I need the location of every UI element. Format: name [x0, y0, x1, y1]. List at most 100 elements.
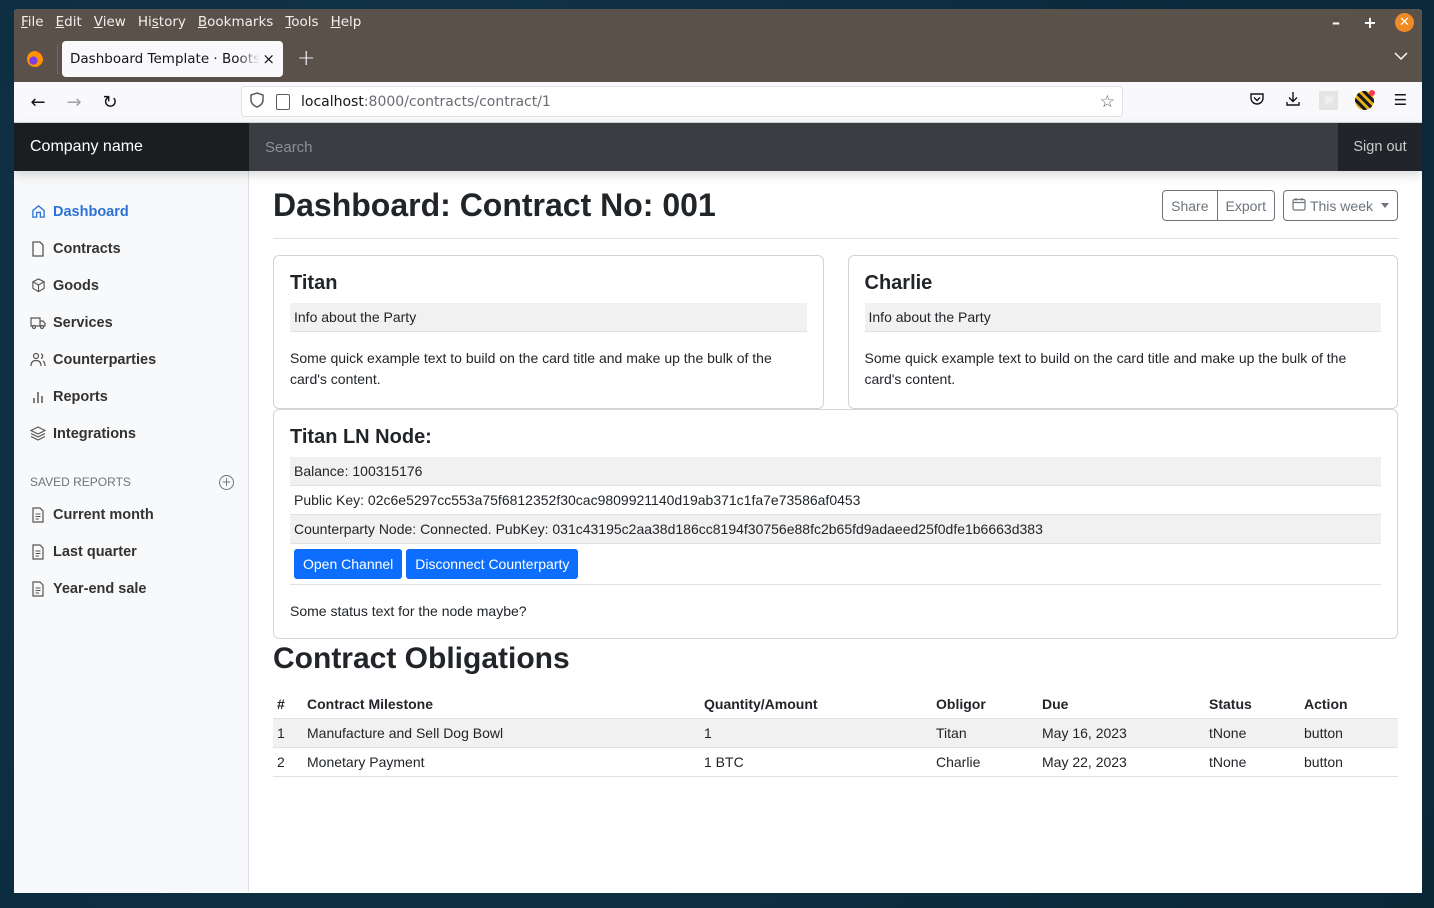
col-obligor: Obligor	[932, 690, 1038, 719]
window-controls: – + ✕	[1327, 13, 1414, 32]
sidebar-item-label: Contracts	[53, 240, 121, 257]
counterparty-node-status: Counterparty Node: Connected. PubKey: 03…	[290, 515, 1381, 544]
sidebar-item-services[interactable]: Services	[14, 304, 248, 341]
bookmark-star-icon[interactable]: ☆	[1100, 92, 1115, 112]
search-input[interactable]	[249, 123, 1338, 171]
chevron-down-icon[interactable]	[1394, 49, 1408, 65]
firefox-logo-icon	[27, 50, 43, 67]
minimize-icon[interactable]: –	[1327, 13, 1345, 32]
caret-down-icon	[1381, 203, 1389, 208]
sidebar-item-contracts[interactable]: Contracts	[14, 230, 248, 267]
download-icon[interactable]	[1283, 91, 1302, 110]
brand-name[interactable]: Company name	[14, 123, 249, 171]
pocket-icon[interactable]	[1247, 91, 1266, 110]
cell-obligor: Charlie	[932, 747, 1038, 777]
party-info: Info about the Party	[864, 303, 1381, 332]
sign-out-link[interactable]: Sign out	[1338, 123, 1422, 171]
browser-tab-active[interactable]: Dashboard Template · Bootstrap ×	[62, 40, 283, 77]
col-action: Action	[1300, 690, 1398, 719]
node-title: Titan LN Node:	[290, 426, 432, 448]
cell-status: tNone	[1205, 747, 1300, 777]
saved-report-label: Last quarter	[53, 543, 137, 560]
node-actions: Open Channel Disconnect Counterparty	[290, 544, 1381, 585]
extension-avatar-icon[interactable]	[1355, 90, 1375, 110]
menu-history[interactable]: History	[138, 14, 186, 30]
col-due: Due	[1038, 690, 1205, 719]
cell-quantity: 1	[700, 718, 932, 748]
file-icon	[30, 240, 46, 257]
cell-action[interactable]: button	[1300, 718, 1398, 748]
saved-report-label: Current month	[53, 506, 154, 523]
obligations-table: # Contract Milestone Quantity/Amount Obl…	[273, 690, 1398, 777]
node-public-key: Public Key: 02c6e5297cc553a75f6812352f30…	[290, 486, 1381, 515]
col-quantity: Quantity/Amount	[700, 690, 932, 719]
sidebar-item-label: Reports	[53, 388, 108, 405]
cell-milestone: Manufacture and Sell Dog Bowl	[303, 718, 700, 748]
forward-arrow-icon[interactable]: →	[56, 92, 92, 113]
url-host: localhost	[301, 93, 364, 110]
col-number: #	[273, 690, 303, 719]
export-button[interactable]: Export	[1217, 190, 1275, 221]
add-report-icon[interactable]: +	[219, 474, 234, 490]
maximize-icon[interactable]: +	[1361, 13, 1379, 32]
share-export-group: Share Export	[1162, 190, 1275, 221]
saved-report-last-quarter[interactable]: Last quarter	[14, 533, 248, 570]
sidebar-item-integrations[interactable]: Integrations	[14, 415, 248, 452]
sidebar-item-goods[interactable]: Goods	[14, 267, 248, 304]
new-tab-icon[interactable]: +	[297, 46, 315, 71]
party-name: Titan	[290, 272, 338, 294]
menu-edit[interactable]: Edit	[56, 14, 82, 30]
sidebar-item-label: Integrations	[53, 425, 136, 442]
react-extension-icon[interactable]: ⚛	[1319, 91, 1338, 110]
saved-report-label: Year-end sale	[53, 580, 147, 597]
cell-status: tNone	[1205, 718, 1300, 748]
party-text: Some quick example text to build on the …	[864, 350, 1347, 387]
cell-due: May 22, 2023	[1038, 747, 1205, 777]
cell-due: May 16, 2023	[1038, 718, 1205, 748]
reload-icon[interactable]: ↻	[92, 92, 128, 113]
period-dropdown[interactable]: This week	[1282, 190, 1398, 221]
cell-number: 2	[273, 747, 303, 777]
party-cards: Titan Info about the Party Some quick ex…	[273, 255, 1398, 409]
share-button[interactable]: Share	[1162, 190, 1218, 221]
page-icon	[276, 93, 290, 110]
open-channel-button[interactable]: Open Channel	[294, 549, 403, 579]
menu-file[interactable]: File	[21, 14, 44, 30]
calendar-icon	[1292, 197, 1306, 214]
tab-title: Dashboard Template · Bootstrap	[70, 50, 260, 67]
sidebar-item-reports[interactable]: Reports	[14, 378, 248, 415]
header-actions: Share Export This week	[1162, 190, 1398, 221]
page-header: Dashboard: Contract No: 001 Share Export…	[273, 171, 1398, 239]
menu-bookmarks[interactable]: Bookmarks	[198, 14, 273, 30]
bar-chart-icon	[30, 389, 46, 405]
truck-icon	[30, 315, 46, 331]
hamburger-menu-icon[interactable]: ☰	[1391, 91, 1410, 110]
sidebar-item-label: Services	[53, 314, 113, 331]
sidebar-item-counterparties[interactable]: Counterparties	[14, 341, 248, 378]
saved-report-year-end-sale[interactable]: Year-end sale	[14, 570, 248, 607]
url-text[interactable]: localhost:8000/contracts/contract/1	[301, 94, 551, 110]
party-card-charlie: Charlie Info about the Party Some quick …	[847, 255, 1398, 409]
table-header-row: # Contract Milestone Quantity/Amount Obl…	[273, 690, 1398, 719]
shield-icon[interactable]	[250, 91, 266, 112]
menu-help[interactable]: Help	[331, 14, 362, 30]
menu-tools[interactable]: Tools	[285, 14, 318, 30]
sidebar-item-dashboard[interactable]: Dashboard	[14, 193, 248, 230]
back-arrow-icon[interactable]: ←	[20, 92, 56, 113]
disconnect-counterparty-button[interactable]: Disconnect Counterparty	[406, 549, 579, 579]
tab-close-icon[interactable]: ×	[262, 50, 275, 68]
saved-report-current-month[interactable]: Current month	[14, 496, 248, 533]
ln-node-card: Titan LN Node: Balance: 100315176 Public…	[273, 409, 1398, 639]
close-window-icon[interactable]: ✕	[1395, 13, 1414, 32]
url-bar[interactable]: localhost:8000/contracts/contract/1 ☆	[241, 86, 1123, 117]
box-icon	[30, 278, 46, 294]
people-icon	[30, 352, 46, 368]
main-content: Dashboard: Contract No: 001 Share Export…	[249, 171, 1422, 892]
party-text: Some quick example text to build on the …	[290, 350, 772, 387]
url-path: :8000/contracts/contract/1	[363, 93, 551, 110]
saved-reports-label: Saved reports	[30, 475, 131, 489]
cell-action[interactable]: button	[1300, 747, 1398, 777]
menu-view[interactable]: View	[94, 14, 126, 30]
period-label: This week	[1309, 197, 1373, 214]
cell-milestone: Monetary Payment	[303, 747, 700, 777]
